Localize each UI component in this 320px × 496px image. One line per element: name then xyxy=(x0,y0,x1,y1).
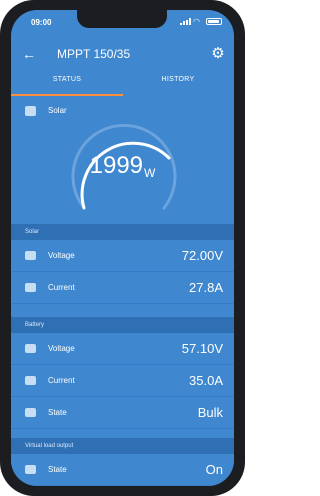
list-item: Voltage 57.10V xyxy=(11,333,234,365)
section-header-solar: Solar xyxy=(11,224,234,240)
bolt-icon xyxy=(25,251,36,260)
row-label: State xyxy=(48,465,67,474)
page-title: MPPT 150/35 xyxy=(57,47,131,61)
tab-status[interactable]: STATUS xyxy=(11,72,123,96)
gauge-unit: W xyxy=(144,166,156,180)
list-item: Voltage 72.00V xyxy=(11,240,234,272)
gauge-label: Solar xyxy=(48,106,67,115)
row-value: 27.8A xyxy=(189,280,223,295)
tab-history[interactable]: HISTORY xyxy=(122,72,234,96)
list-item: State On xyxy=(11,454,234,486)
phone-frame: 09:00 ◠ ← MPPT 150/35 ⚙ STATUS HISTORY S… xyxy=(0,0,245,496)
list-item: Current 35.0A xyxy=(11,365,234,397)
section-header-battery: Battery xyxy=(11,317,234,333)
row-label: State xyxy=(48,408,67,417)
row-value: 35.0A xyxy=(189,373,223,388)
bolt-icon xyxy=(25,344,36,353)
list-item: State Bulk xyxy=(11,397,234,429)
solar-gauge-card: Solar 1999W xyxy=(11,98,234,222)
section-header-virtual-load: Virtual load output xyxy=(11,438,234,454)
row-value: On xyxy=(205,462,223,477)
row-label: Current xyxy=(48,283,75,292)
signal-icon xyxy=(180,18,191,25)
current-icon xyxy=(25,376,36,385)
row-label: Voltage xyxy=(48,251,75,260)
status-time: 09:00 xyxy=(31,18,52,27)
row-value: 72.00V xyxy=(181,248,223,263)
back-arrow-icon[interactable]: ← xyxy=(21,46,37,62)
notch xyxy=(77,10,167,28)
status-bar: 09:00 ◠ xyxy=(11,10,234,34)
wifi-icon: ◠ xyxy=(193,17,200,26)
gear-icon[interactable]: ⚙ xyxy=(210,46,226,62)
app-screen: 09:00 ◠ ← MPPT 150/35 ⚙ STATUS HISTORY S… xyxy=(11,10,234,486)
tab-bar: STATUS HISTORY xyxy=(11,72,234,96)
app-header: ← MPPT 150/35 ⚙ xyxy=(11,40,234,72)
state-icon xyxy=(25,465,36,474)
list-item: Current 27.8A xyxy=(11,272,234,304)
row-value: Bulk xyxy=(197,405,223,420)
row-label: Current xyxy=(48,376,75,385)
row-value: 57.10V xyxy=(181,341,223,356)
current-icon xyxy=(25,283,36,292)
tab-indicator xyxy=(11,94,123,96)
gauge-value: 1999 xyxy=(89,152,144,179)
solar-icon xyxy=(25,106,36,116)
gauge-reading: 1999W xyxy=(11,152,234,187)
row-label: Voltage xyxy=(48,344,75,353)
battery-icon xyxy=(206,18,222,25)
state-icon xyxy=(25,408,36,417)
